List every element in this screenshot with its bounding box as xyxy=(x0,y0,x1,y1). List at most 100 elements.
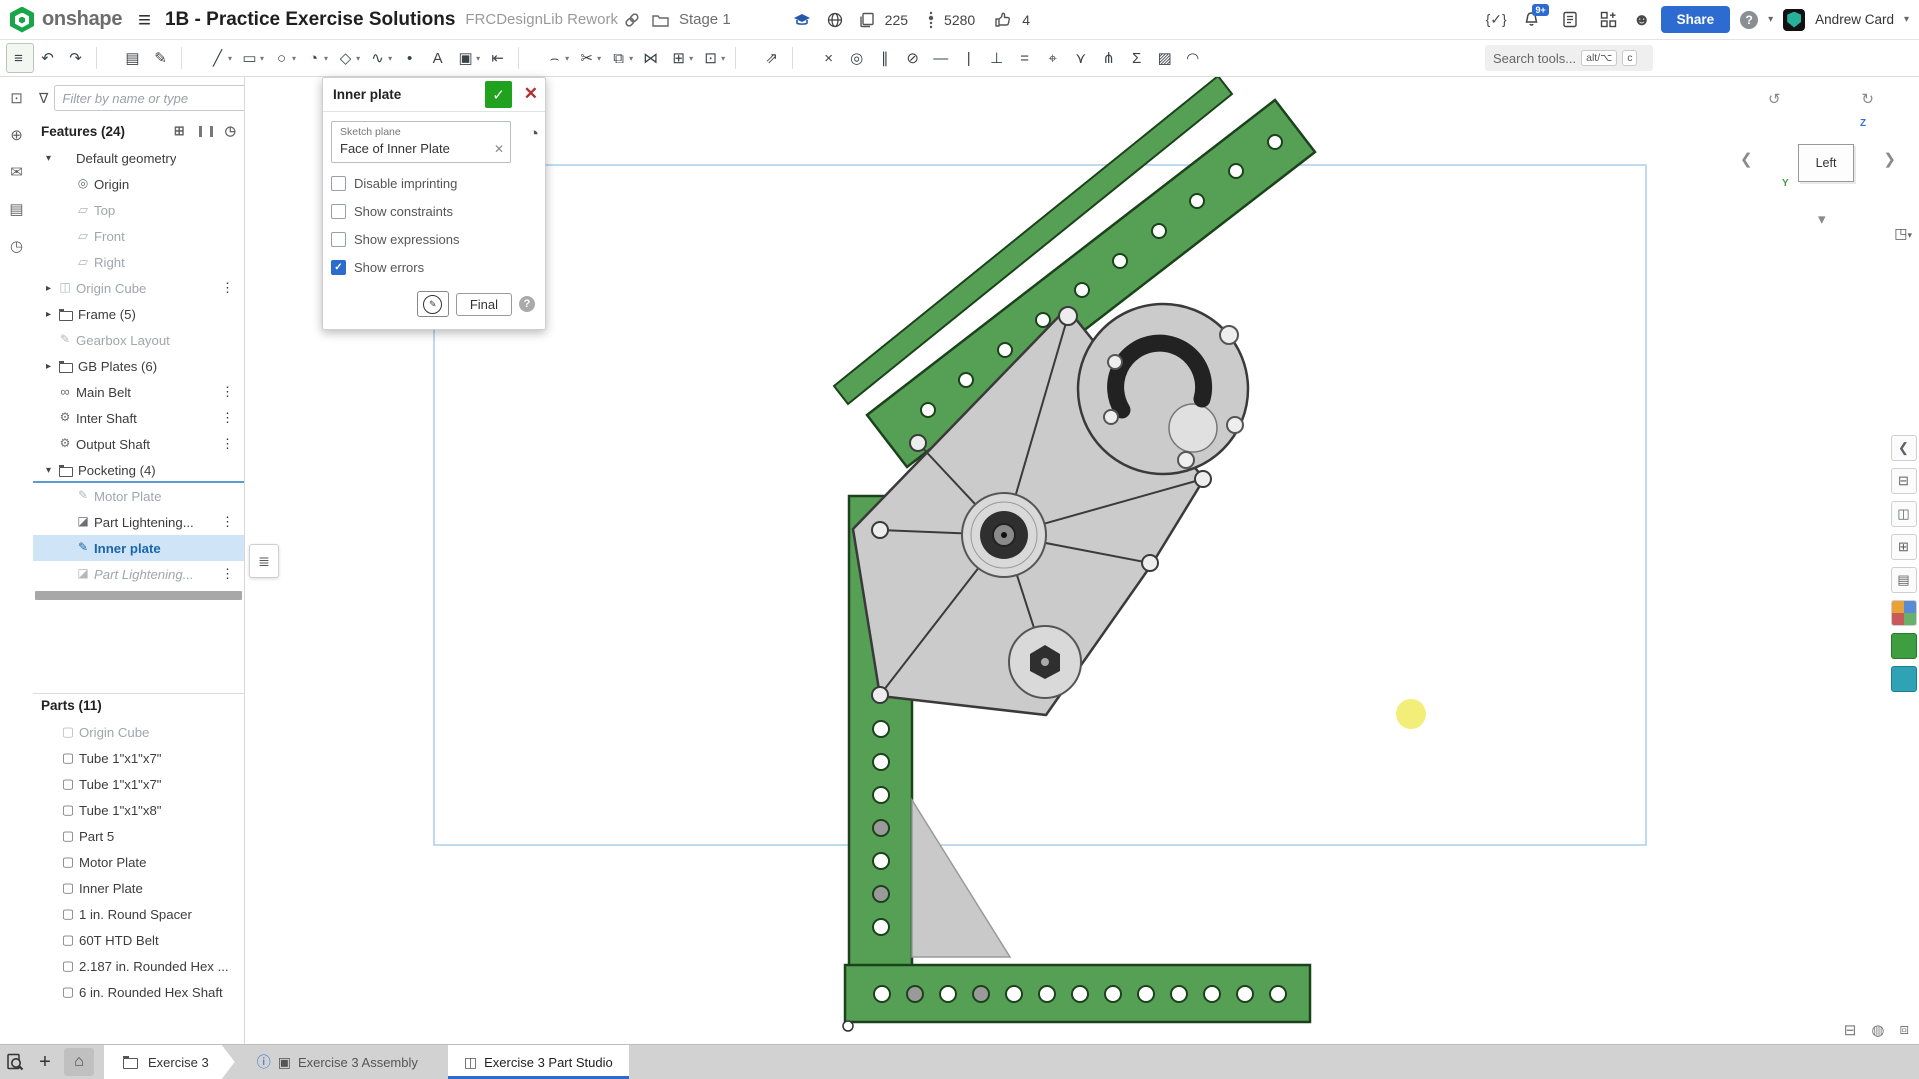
checkbox[interactable] xyxy=(331,232,346,247)
model-canvas[interactable] xyxy=(0,0,1919,1079)
expand-caret-icon[interactable]: ▾ xyxy=(41,153,56,164)
new-tab-button[interactable]: + xyxy=(30,1045,60,1079)
checkbox-show-constraints[interactable]: Show constraints xyxy=(331,204,537,219)
part-motor-plate[interactable]: Motor Plate xyxy=(33,849,244,875)
search-tools[interactable]: Search tools... alt/⌥ c xyxy=(1485,45,1653,71)
home-tab-button[interactable]: ⌂ xyxy=(64,1048,94,1076)
checkbox[interactable] xyxy=(331,176,346,191)
filter-icon[interactable]: ∇ xyxy=(39,90,48,107)
tree-item-origin[interactable]: Origin xyxy=(33,171,244,197)
equal-constraint[interactable]: = xyxy=(1013,44,1039,72)
part-tube-8[interactable]: Tube 1"x1"x8" xyxy=(33,797,244,823)
toolbar-icon[interactable] xyxy=(792,47,811,69)
dropdown-caret-icon[interactable]: ▾ xyxy=(388,54,392,63)
history-icon[interactable]: ◷ xyxy=(10,237,23,255)
view-settings-icon[interactable]: ▤ xyxy=(1890,567,1917,593)
measure-tool[interactable]: ⇗ xyxy=(760,44,786,72)
image-tool[interactable]: ▣ ▾ xyxy=(454,44,484,72)
comments-icon[interactable]: ✉ xyxy=(10,163,23,181)
dropdown-caret-icon[interactable]: ▾ xyxy=(597,54,601,63)
checkbox-disable-imprinting[interactable]: Disable imprinting xyxy=(331,176,537,191)
preview-clock-icon[interactable]: ◔ xyxy=(529,124,539,144)
tree-item-inner-plate[interactable]: Inner plate xyxy=(33,535,244,561)
symmetry-constraint[interactable]: ⋔ xyxy=(1097,44,1123,72)
section-view-icon[interactable]: ◫ xyxy=(1890,501,1917,527)
part-htd-belt[interactable]: 60T HTD Belt xyxy=(33,927,244,953)
suspend-rebuild-icon[interactable] xyxy=(198,125,213,137)
parallel-constraint[interactable]: ∥ xyxy=(873,44,899,72)
copies-icon[interactable] xyxy=(859,12,875,28)
display-options-icon[interactable]: ⊟ xyxy=(1890,468,1917,494)
polygon-tool[interactable]: ◇ ▾ xyxy=(334,44,364,72)
expand-caret-icon[interactable]: ▸ xyxy=(41,361,56,372)
crosshatch-icon[interactable]: ▨ xyxy=(1153,44,1179,72)
feature-flyout-button[interactable]: ≣ xyxy=(249,544,279,578)
layers-icon[interactable] xyxy=(1890,666,1917,692)
expand-caret-icon[interactable]: ▾ xyxy=(41,465,56,476)
rotate-down-icon[interactable]: ▾ xyxy=(1818,210,1826,228)
horizontal-constraint[interactable]: — xyxy=(929,44,955,72)
part-origin-cube[interactable]: Origin Cube xyxy=(33,719,244,745)
rotate-ccw-icon[interactable]: ↺ xyxy=(1768,90,1781,108)
sketch-plane-field[interactable]: Sketch plane Face of Inner Plate ✕ xyxy=(331,121,511,163)
dialog-title-row[interactable]: Inner plate ✓ ✕ xyxy=(323,78,545,112)
tree-item-pocketing[interactable]: ▾ Pocketing (4) xyxy=(33,457,244,483)
assistant-icon[interactable]: ☻ xyxy=(1633,10,1651,30)
dropdown-caret-icon[interactable]: ▾ xyxy=(689,54,693,63)
pattern-tool[interactable]: ⊞ ▾ xyxy=(667,44,697,72)
config-dots-icon[interactable]: ⋮ xyxy=(221,514,244,530)
help-caret-icon[interactable]: ▾ xyxy=(1768,14,1773,25)
dropdown-caret-icon[interactable]: ▾ xyxy=(721,54,725,63)
view-modes-button[interactable]: ◳▾ xyxy=(1894,225,1912,242)
dropdown-caret-icon[interactable]: ▾ xyxy=(629,54,633,63)
offset-tool[interactable]: ⇤ xyxy=(486,44,512,72)
dropdown-caret-icon[interactable]: ▾ xyxy=(565,54,569,63)
new-folder-icon[interactable]: ⊞ xyxy=(174,123,185,139)
rollback-bar[interactable] xyxy=(35,591,242,600)
sketch-pattern-icon[interactable]: Σ xyxy=(1125,44,1151,72)
dropdown-caret-icon[interactable]: ▾ xyxy=(228,54,232,63)
config-dots-icon[interactable]: ⋮ xyxy=(221,410,244,426)
tree-item-front[interactable]: Front xyxy=(33,223,244,249)
likes-icon[interactable] xyxy=(995,12,1012,28)
confirm-button[interactable]: ✓ xyxy=(485,81,512,108)
config-dots-icon[interactable]: ⋮ xyxy=(221,436,244,452)
tab-exercise-3-part-studio[interactable]: Exercise 3 Part Studio xyxy=(447,1045,629,1079)
versions-check-icon[interactable]: {✓} xyxy=(1486,11,1507,28)
main-menu-icon[interactable]: ≡ xyxy=(138,7,151,33)
checkbox[interactable] xyxy=(331,260,346,275)
snapshot-icon[interactable]: ⊟ xyxy=(1844,1021,1857,1039)
part-round-spacer[interactable]: 1 in. Round Spacer xyxy=(33,901,244,927)
onshape-logo-icon[interactable] xyxy=(10,6,34,33)
user-name[interactable]: Andrew Card xyxy=(1815,12,1894,27)
palette-icon[interactable] xyxy=(1890,600,1917,626)
coincident-constraint[interactable]: × xyxy=(817,44,843,72)
apps-icon[interactable] xyxy=(1600,11,1617,28)
link-icon[interactable] xyxy=(624,12,640,28)
tree-item-inter-shaft[interactable]: Inter Shaft ⋮ xyxy=(33,405,244,431)
midpoint-constraint[interactable]: ⌖ xyxy=(1041,44,1067,72)
part-part5[interactable]: Part 5 xyxy=(33,823,244,849)
tree-item-frame[interactable]: ▸ Frame (5) xyxy=(33,301,244,327)
final-button[interactable]: Final xyxy=(455,292,512,316)
user-menu-caret-icon[interactable]: ▾ xyxy=(1904,14,1909,25)
history-clock-icon[interactable]: ◷ xyxy=(225,123,236,139)
tab-exercise-3-assembly[interactable]: ⓘ Exercise 3 Assembly xyxy=(241,1045,434,1079)
perpendicular-constraint[interactable]: ⊥ xyxy=(985,44,1011,72)
toolbar-icon[interactable] xyxy=(181,47,200,69)
tree-item-origin-cube[interactable]: ▸ Origin Cube ⋮ xyxy=(33,275,244,301)
hud-layers-icon[interactable]: ⧈ xyxy=(1899,1021,1909,1039)
config-dots-icon[interactable]: ⋮ xyxy=(221,280,244,296)
toolbar-icon[interactable] xyxy=(735,47,754,69)
tangent-constraint[interactable]: ⊘ xyxy=(901,44,927,72)
dropdown-caret-icon[interactable]: ▾ xyxy=(476,54,480,63)
insert-image-icon[interactable]: ▤ xyxy=(121,44,147,72)
named-views-icon[interactable]: ⊞ xyxy=(1890,534,1917,560)
toolbar-icon[interactable] xyxy=(96,47,115,69)
tree-item-output-shaft[interactable]: Output Shaft ⋮ xyxy=(33,431,244,457)
avatar[interactable] xyxy=(1783,8,1806,31)
export-dxf-tool[interactable]: ⊡ ▾ xyxy=(699,44,729,72)
rotate-right-icon[interactable]: ❯ xyxy=(1883,150,1896,168)
vertical-constraint[interactable]: | xyxy=(957,44,983,72)
tree-item-gb-plates[interactable]: ▸ GB Plates (6) xyxy=(33,353,244,379)
